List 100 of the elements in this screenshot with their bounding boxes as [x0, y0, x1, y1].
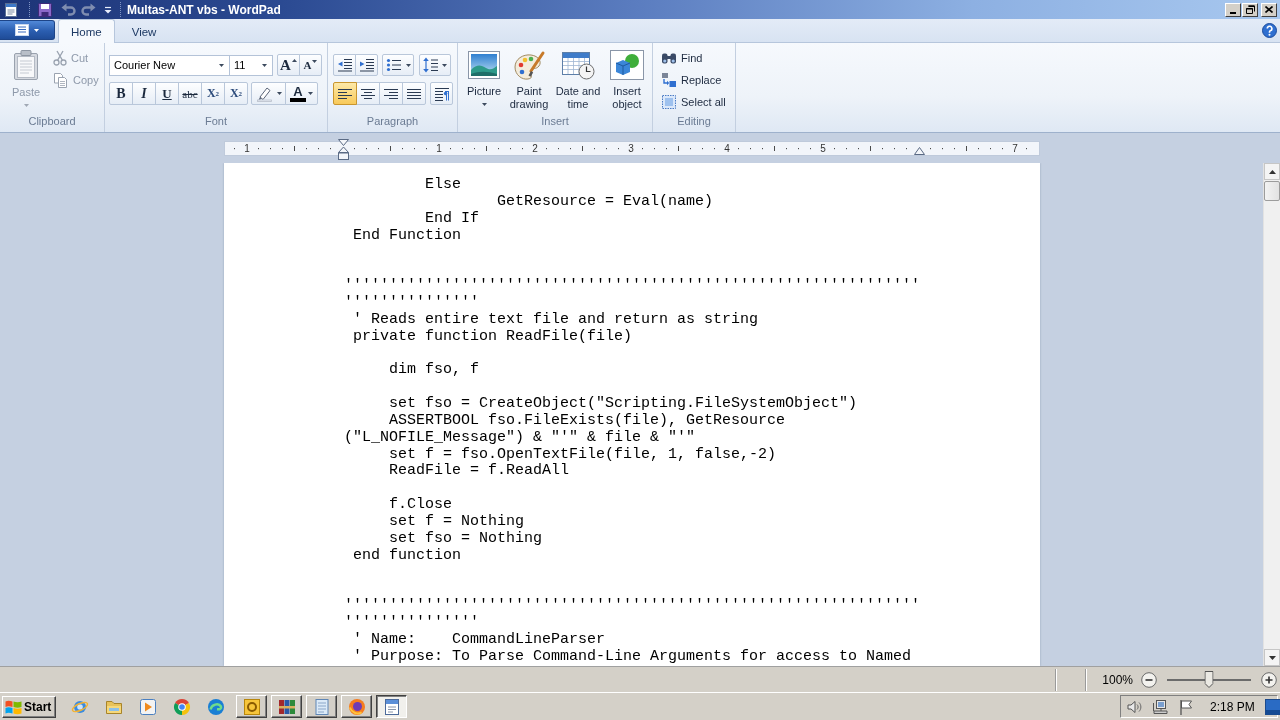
bold-button[interactable]: B	[109, 82, 133, 105]
calendar-clock-icon	[561, 50, 595, 80]
caret-icon	[219, 63, 224, 67]
picture-icon	[468, 51, 500, 79]
caret-up-icon	[291, 59, 297, 62]
decrease-indent-icon	[336, 58, 353, 72]
group-label: Font	[205, 115, 227, 128]
select-all-button[interactable]: Select all	[658, 91, 729, 112]
line-spacing-icon	[423, 57, 439, 73]
slider-thumb[interactable]	[1204, 671, 1214, 688]
code-line: ASSERTBOOL fso.FileExists(file), GetResource	[389, 411, 786, 429]
insert-picture-button[interactable]: Picture	[462, 46, 506, 106]
find-button[interactable]: Find	[658, 47, 729, 68]
screen-icon[interactable]	[1264, 698, 1280, 715]
code-line: set fso = CreateObject("Scripting.FileSystemObject")	[389, 394, 858, 412]
palette-icon	[512, 50, 546, 80]
font-color-button[interactable]: A	[285, 82, 318, 105]
caret-icon	[312, 60, 318, 63]
ruler-number: 2	[531, 142, 539, 155]
code-line: ReadFile = f.ReadAll	[389, 462, 570, 480]
align-right-button[interactable]	[379, 82, 403, 105]
start-button[interactable]: Start	[2, 695, 56, 718]
ribbon-tab[interactable]: Home	[58, 19, 115, 43]
code-line: f.Close	[389, 496, 452, 514]
taskbar-button[interactable]	[376, 695, 407, 718]
group-label: Insert	[541, 115, 569, 128]
group-label: Clipboard	[28, 115, 76, 128]
grow-font-button[interactable]: A	[277, 54, 300, 76]
indent-marker-icon[interactable]	[338, 139, 349, 160]
app-menu-button[interactable]	[0, 20, 55, 40]
align-center-button[interactable]	[356, 82, 380, 105]
document-page[interactable]	[224, 163, 1040, 666]
increase-indent-icon	[358, 58, 375, 72]
speaker-icon[interactable]	[1126, 698, 1142, 715]
paragraph-icon	[433, 86, 450, 101]
swirl-icon[interactable]	[207, 697, 225, 716]
group-label: Paragraph	[366, 115, 419, 128]
code-line: ' Name: CommandLineParser	[353, 630, 606, 648]
caret-icon[interactable]	[104, 5, 112, 14]
paragraph-settings-button[interactable]	[430, 82, 453, 105]
zoom-out-icon[interactable]	[1141, 671, 1157, 688]
insert-object-button[interactable]: Insert object	[604, 46, 650, 111]
code-line: set f = fso.OpenTextFile(file, 1, false,-2)	[389, 445, 777, 463]
highlight-button[interactable]	[251, 82, 286, 105]
line-spacing-button[interactable]	[419, 54, 451, 76]
segmented-circle-icon[interactable]	[173, 697, 191, 716]
bullet-list-button[interactable]	[382, 54, 414, 76]
scissors-icon	[53, 49, 67, 66]
scroll-up-button[interactable]	[1264, 163, 1280, 180]
caret-icon	[262, 63, 267, 67]
save-icon[interactable]	[38, 2, 52, 17]
copy-icon	[53, 71, 69, 88]
justify-icon	[407, 87, 421, 100]
ribbon-tab[interactable]: View	[118, 19, 170, 43]
decrease-indent-button[interactable]	[333, 54, 356, 76]
flag-icon[interactable]	[1178, 698, 1194, 715]
justify-button[interactable]	[402, 82, 426, 105]
play-tile-icon[interactable]	[139, 697, 157, 716]
close-button[interactable]	[1261, 2, 1277, 17]
code-line: ' Purpose: To Parse Command-Line Arguments for access to Named	[353, 647, 912, 665]
strikethrough-button[interactable]: abc	[178, 82, 202, 105]
scrollbar-thumb[interactable]	[1264, 181, 1280, 201]
insert-datetime-button[interactable]: Date and time	[552, 46, 604, 111]
insert-paint-button[interactable]: Paint drawing	[506, 46, 552, 111]
help-icon[interactable]	[1262, 23, 1277, 38]
minimize-button[interactable]	[1225, 2, 1241, 17]
font-family-dropdown[interactable]: Courier New	[109, 54, 230, 76]
ruler-number: 7	[1011, 142, 1019, 155]
align-left-button[interactable]	[333, 82, 357, 105]
network-icon[interactable]	[1152, 698, 1168, 715]
vertical-scrollbar[interactable]	[1263, 163, 1280, 666]
document-icon[interactable]	[3, 1, 19, 18]
replace-button[interactable]: Replace	[658, 69, 729, 90]
ruler-number: 1	[243, 142, 251, 155]
increase-indent-button[interactable]	[355, 54, 378, 76]
shrink-font-button[interactable]: A	[299, 54, 322, 76]
document-icon	[382, 697, 401, 716]
notepad-icon	[312, 697, 331, 716]
scroll-down-button[interactable]	[1264, 649, 1280, 666]
code-line: End Function	[353, 226, 462, 244]
superscript-button[interactable]: X$^{2}$	[224, 82, 248, 105]
code-line: set fso = Nothing	[389, 529, 543, 547]
restore-button[interactable]	[1242, 2, 1258, 17]
code-line: ("L_NOFILE_Message") & "'" & file & "'"	[344, 428, 696, 446]
zoom-in-icon[interactable]	[1261, 671, 1277, 688]
right-indent-marker-icon[interactable]	[914, 147, 925, 155]
italic-button[interactable]: I	[132, 82, 156, 105]
font-size-dropdown[interactable]: 11	[229, 54, 273, 76]
ruler-number: 5	[819, 142, 827, 155]
caret-icon	[34, 28, 39, 32]
ruler-number: 4	[723, 142, 731, 155]
clock[interactable]: 2:18 PM	[1210, 699, 1255, 714]
align-right-icon	[384, 87, 398, 100]
replace-icon	[661, 71, 677, 88]
ring-tile-icon	[242, 697, 261, 716]
underline-button[interactable]: U	[155, 82, 179, 105]
zoom-level: 100%	[1102, 672, 1133, 687]
select-all-icon	[661, 93, 677, 110]
highlighter-icon	[255, 85, 274, 102]
code-line: end function	[353, 546, 462, 564]
